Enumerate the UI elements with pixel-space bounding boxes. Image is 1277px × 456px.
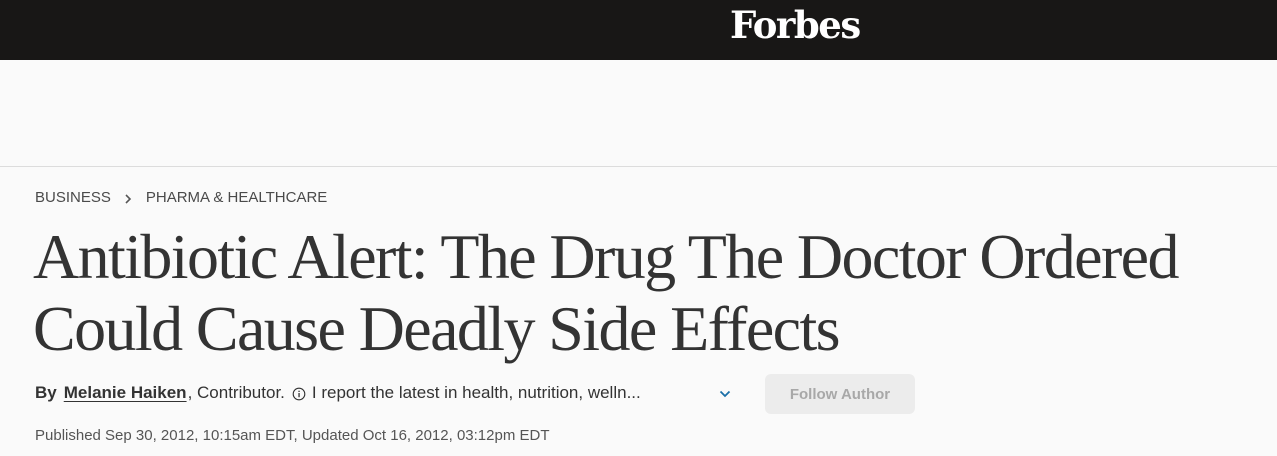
chevron-down-icon <box>717 389 733 404</box>
author-bio: I report the latest in health, nutrition… <box>311 383 641 402</box>
author-name-link[interactable]: Melanie Haiken <box>64 383 187 403</box>
byline-by-label: By <box>35 383 57 402</box>
author-role: , Contributor. <box>187 383 285 402</box>
breadcrumb: BUSINESS PHARMA & HEALTHCARE <box>35 189 327 206</box>
ad-placeholder <box>0 60 1277 167</box>
breadcrumb-item-pharma-healthcare[interactable]: PHARMA & HEALTHCARE <box>146 189 327 206</box>
publish-timestamps: Published Sep 30, 2012, 10:15am EDT, Upd… <box>35 427 550 444</box>
info-icon[interactable] <box>292 386 306 401</box>
expand-bio-button[interactable] <box>717 387 733 401</box>
follow-author-button[interactable]: Follow Author <box>765 374 915 414</box>
chevron-right-icon <box>122 192 134 204</box>
breadcrumb-item-business[interactable]: BUSINESS <box>35 189 111 206</box>
forbes-logo[interactable]: Forbes <box>730 3 861 47</box>
article-title: Antibiotic Alert: The Drug The Doctor Or… <box>33 221 1179 364</box>
author-byline: By Melanie Haiken , Contributor. I repor… <box>35 377 641 409</box>
top-navigation-bar: Forbes <box>0 0 1277 60</box>
